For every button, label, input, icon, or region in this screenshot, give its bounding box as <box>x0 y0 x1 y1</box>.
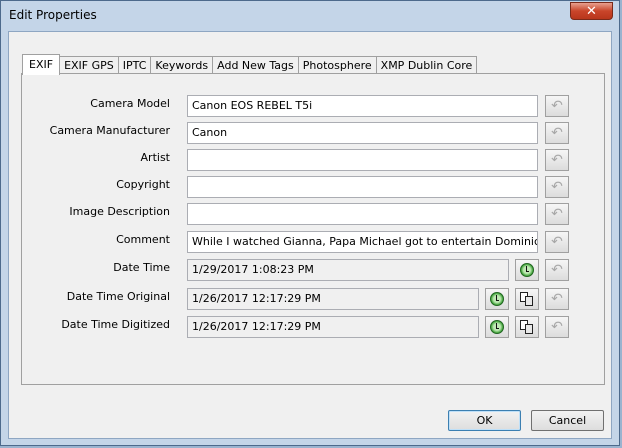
image-description-row: Image Description ↶ <box>22 203 606 227</box>
date-time-label: Date Time <box>113 261 170 274</box>
date-time-now-button[interactable] <box>515 259 539 281</box>
close-icon: ✕ <box>586 4 597 19</box>
date-time-digitized-row: Date Time Digitized 1/26/2017 12:17:29 P… <box>22 316 606 340</box>
tab-keywords[interactable]: Keywords <box>150 56 214 74</box>
undo-icon: ↶ <box>551 234 563 250</box>
date-time-original-label: Date Time Original <box>66 290 170 303</box>
undo-icon: ↶ <box>551 262 563 278</box>
date-time-field[interactable]: 1/29/2017 1:08:23 PM <box>187 259 509 281</box>
clock-icon <box>490 292 504 306</box>
artist-label: Artist <box>140 151 170 164</box>
title-bar[interactable]: Edit Properties ✕ <box>1 1 619 31</box>
button-bar: OK Cancel <box>9 407 611 438</box>
camera-manufacturer-field[interactable]: Canon <box>187 122 538 144</box>
date-time-row: Date Time 1/29/2017 1:08:23 PM ↶ <box>22 259 606 283</box>
tab-add-new-tags[interactable]: Add New Tags <box>212 56 299 74</box>
copyright-field[interactable] <box>187 176 538 198</box>
copyright-revert-button[interactable]: ↶ <box>545 176 569 198</box>
exif-panel: Camera Model Canon EOS REBEL T5i ↶ Camer… <box>21 73 605 385</box>
date-time-original-revert-button[interactable]: ↶ <box>545 288 569 310</box>
tab-strip: EXIF EXIF GPS IPTC Keywords Add New Tags… <box>22 54 478 75</box>
date-time-original-field[interactable]: 1/26/2017 12:17:29 PM <box>187 288 479 310</box>
date-time-digitized-field[interactable]: 1/26/2017 12:17:29 PM <box>187 316 479 338</box>
undo-icon: ↶ <box>551 291 563 307</box>
dialog-body: EXIF EXIF GPS IPTC Keywords Add New Tags… <box>8 31 612 439</box>
artist-revert-button[interactable]: ↶ <box>545 149 569 171</box>
date-time-digitized-copy-button[interactable] <box>515 316 539 338</box>
tab-exif-gps[interactable]: EXIF GPS <box>59 56 119 74</box>
copy-icon <box>520 292 534 306</box>
tab-iptc[interactable]: IPTC <box>117 56 152 74</box>
date-time-original-now-button[interactable] <box>485 288 509 310</box>
camera-model-revert-button[interactable]: ↶ <box>545 95 569 117</box>
image-description-label: Image Description <box>69 205 170 218</box>
date-time-original-copy-button[interactable] <box>515 288 539 310</box>
edit-properties-window: Edit Properties ✕ EXIF EXIF GPS IPTC Key… <box>0 0 620 446</box>
close-button[interactable]: ✕ <box>570 2 613 20</box>
window-title: Edit Properties <box>9 8 97 22</box>
undo-icon: ↶ <box>551 319 563 335</box>
undo-icon: ↶ <box>551 98 563 114</box>
comment-field[interactable]: While I watched Gianna, Papa Michael got… <box>187 231 538 253</box>
comment-revert-button[interactable]: ↶ <box>545 231 569 253</box>
artist-field[interactable] <box>187 149 538 171</box>
ok-button[interactable]: OK <box>448 410 521 431</box>
undo-icon: ↶ <box>551 125 563 141</box>
camera-model-label: Camera Model <box>90 97 170 110</box>
tab-photosphere[interactable]: Photosphere <box>297 56 377 74</box>
copyright-row: Copyright ↶ <box>22 176 606 200</box>
camera-manufacturer-revert-button[interactable]: ↶ <box>545 122 569 144</box>
copy-icon <box>520 320 534 334</box>
artist-row: Artist ↶ <box>22 149 606 173</box>
copyright-label: Copyright <box>116 178 170 191</box>
tab-xmp-dublin-core[interactable]: XMP Dublin Core <box>375 56 478 74</box>
undo-icon: ↶ <box>551 179 563 195</box>
date-time-digitized-revert-button[interactable]: ↶ <box>545 316 569 338</box>
cancel-button[interactable]: Cancel <box>531 410 604 431</box>
clock-icon <box>490 320 504 334</box>
date-time-digitized-now-button[interactable] <box>485 316 509 338</box>
date-time-revert-button[interactable]: ↶ <box>545 259 569 281</box>
clock-icon <box>520 263 534 277</box>
undo-icon: ↶ <box>551 206 563 222</box>
comment-row: Comment While I watched Gianna, Papa Mic… <box>22 231 606 255</box>
image-description-revert-button[interactable]: ↶ <box>545 203 569 225</box>
undo-icon: ↶ <box>551 152 563 168</box>
camera-manufacturer-row: Camera Manufacturer Canon ↶ <box>22 122 606 146</box>
camera-model-field[interactable]: Canon EOS REBEL T5i <box>187 95 538 117</box>
image-description-field[interactable] <box>187 203 538 225</box>
camera-manufacturer-label: Camera Manufacturer <box>49 124 170 137</box>
tab-exif[interactable]: EXIF <box>22 54 61 75</box>
camera-model-row: Camera Model Canon EOS REBEL T5i ↶ <box>22 95 606 119</box>
date-time-digitized-label: Date Time Digitized <box>61 318 170 331</box>
date-time-original-row: Date Time Original 1/26/2017 12:17:29 PM… <box>22 288 606 312</box>
comment-label: Comment <box>116 233 170 246</box>
